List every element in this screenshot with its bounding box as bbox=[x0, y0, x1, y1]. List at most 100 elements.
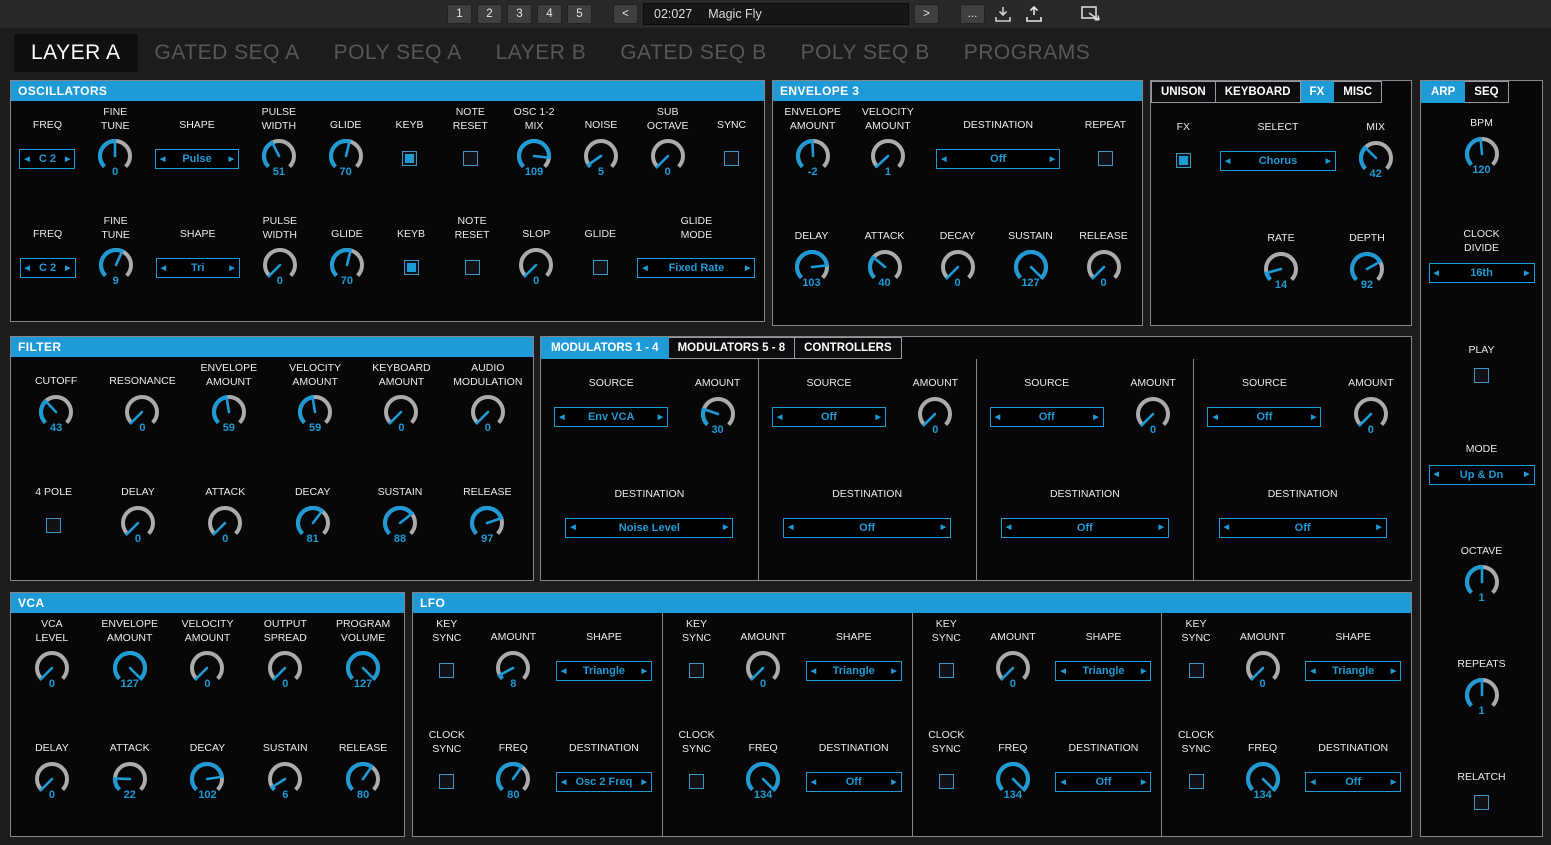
nav-tab-poly-seq-b[interactable]: POLY SEQ B bbox=[784, 34, 947, 72]
filter-delay-knob[interactable] bbox=[116, 503, 160, 537]
lfo4-shape-next-arrow-icon[interactable]: ▶ bbox=[1391, 668, 1396, 675]
lfo4-clock-sync-checkbox[interactable] bbox=[1188, 774, 1204, 790]
nav-tab-layer-b[interactable]: LAYER B bbox=[479, 34, 604, 72]
fx-panel-tab-misc[interactable]: MISC bbox=[1334, 81, 1382, 103]
lfo2-destination-next-arrow-icon[interactable]: ▶ bbox=[891, 779, 896, 786]
osc2-fine-tune-knob[interactable] bbox=[94, 245, 138, 279]
lfo1-shape-select[interactable]: ◀ Triangle ▶ bbox=[555, 661, 652, 681]
vca-envelope-amount-knob[interactable] bbox=[108, 648, 152, 682]
modulators-tab-modulators-5-8[interactable]: MODULATORS 5 - 8 bbox=[668, 337, 796, 359]
vca-sustain-knob[interactable] bbox=[263, 759, 307, 793]
mod2-amount-knob[interactable] bbox=[913, 394, 957, 428]
arp-mode-next-arrow-icon[interactable]: ▶ bbox=[1524, 471, 1529, 478]
osc-1-2-mix-knob[interactable] bbox=[512, 136, 556, 170]
lfo4-key-sync-checkbox[interactable] bbox=[1188, 663, 1204, 679]
lfo1-freq-knob[interactable] bbox=[491, 759, 535, 793]
lfo2-shape-select[interactable]: ◀ Triangle ▶ bbox=[805, 661, 902, 681]
arp-mode-select[interactable]: ◀ Up & Dn ▶ bbox=[1428, 464, 1535, 485]
vca-program-volume-knob[interactable] bbox=[341, 648, 385, 682]
env3-attack-knob[interactable] bbox=[863, 247, 907, 281]
lfo1-destination-select[interactable]: ◀ Osc 2 Freq ▶ bbox=[555, 772, 652, 792]
fx-panel-tab-unison[interactable]: UNISON bbox=[1151, 81, 1216, 103]
fx-enable-checkbox[interactable] bbox=[1175, 153, 1191, 168]
lfo4-destination-select[interactable]: ◀ Off ▶ bbox=[1305, 772, 1402, 792]
lfo4-destination-next-arrow-icon[interactable]: ▶ bbox=[1391, 779, 1396, 786]
arp-octave-knob[interactable] bbox=[1460, 562, 1504, 596]
fx-select-select[interactable]: ◀ Chorus ▶ bbox=[1219, 151, 1336, 171]
fx-mix-knob[interactable] bbox=[1354, 138, 1398, 172]
filter-decay-knob[interactable] bbox=[291, 503, 335, 537]
filter-keyboard-amount-knob[interactable] bbox=[379, 392, 423, 426]
fx-rate-knob[interactable] bbox=[1259, 249, 1303, 283]
lfo2-amount-knob[interactable] bbox=[741, 648, 785, 682]
memory-button-1[interactable]: 1 bbox=[447, 4, 472, 24]
osc2-shape-next-arrow-icon[interactable]: ▶ bbox=[229, 265, 234, 272]
filter-audio-modulation-knob[interactable] bbox=[466, 392, 510, 426]
env3-delay-knob[interactable] bbox=[790, 247, 834, 281]
osc1-freq-next-arrow-icon[interactable]: ▶ bbox=[65, 156, 70, 163]
mod1-source-select[interactable]: ◀ Env VCA ▶ bbox=[554, 407, 669, 427]
nav-tab-gated-seq-a[interactable]: GATED SEQ A bbox=[138, 34, 317, 72]
slop-knob[interactable] bbox=[514, 245, 558, 279]
vca-velocity-amount-knob[interactable] bbox=[185, 648, 229, 682]
mod4-amount-knob[interactable] bbox=[1349, 394, 1393, 428]
arp-panel-tab-seq[interactable]: SEQ bbox=[1465, 81, 1509, 103]
memory-button-5[interactable]: 5 bbox=[567, 4, 592, 24]
vca-output-spread-knob[interactable] bbox=[263, 648, 307, 682]
arp-panel-tab-arp[interactable]: ARP bbox=[1421, 81, 1466, 103]
glide-mode-select[interactable]: ◀ Fixed Rate ▶ bbox=[637, 258, 756, 279]
filter-cutoff-knob[interactable] bbox=[34, 392, 78, 426]
mod1-source-next-arrow-icon[interactable]: ▶ bbox=[658, 414, 663, 421]
mod3-amount-knob[interactable] bbox=[1131, 394, 1175, 428]
env3-release-knob[interactable] bbox=[1082, 247, 1126, 281]
env3-envelope-amount-knob[interactable] bbox=[791, 136, 835, 170]
mod3-destination-next-arrow-icon[interactable]: ▶ bbox=[1158, 524, 1163, 531]
nav-tab-gated-seq-b[interactable]: GATED SEQ B bbox=[603, 34, 783, 72]
fx-panel-tab-fx[interactable]: FX bbox=[1300, 81, 1335, 103]
vca-attack-knob[interactable] bbox=[108, 759, 152, 793]
arp-clock-divide-select[interactable]: ◀ 16th ▶ bbox=[1428, 263, 1535, 284]
lfo2-shape-next-arrow-icon[interactable]: ▶ bbox=[891, 668, 896, 675]
env3-sustain-knob[interactable] bbox=[1009, 247, 1053, 281]
lfo3-clock-sync-checkbox[interactable] bbox=[938, 774, 954, 790]
lfo2-destination-select[interactable]: ◀ Off ▶ bbox=[805, 772, 902, 792]
mod2-destination-select[interactable]: ◀ Off ▶ bbox=[783, 517, 952, 538]
lfo4-shape-select[interactable]: ◀ Triangle ▶ bbox=[1305, 661, 1402, 681]
lfo2-freq-knob[interactable] bbox=[741, 759, 785, 793]
osc2-glide-knob[interactable] bbox=[325, 245, 369, 279]
vca-delay-knob[interactable] bbox=[30, 759, 74, 793]
vca-level-knob[interactable] bbox=[30, 648, 74, 682]
modulators-tab-controllers[interactable]: CONTROLLERS bbox=[795, 337, 902, 359]
prev-program-button[interactable]: < bbox=[613, 4, 638, 24]
mod3-source-next-arrow-icon[interactable]: ▶ bbox=[1093, 414, 1098, 421]
env3-destination-next-arrow-icon[interactable]: ▶ bbox=[1050, 156, 1055, 163]
filter-release-knob[interactable] bbox=[465, 503, 509, 537]
filter-velocity-amount-knob[interactable] bbox=[293, 392, 337, 426]
lfo1-shape-next-arrow-icon[interactable]: ▶ bbox=[642, 668, 647, 675]
arp-clock-divide-next-arrow-icon[interactable]: ▶ bbox=[1524, 270, 1529, 277]
env3-decay-knob[interactable] bbox=[936, 247, 980, 281]
mod3-source-select[interactable]: ◀ Off ▶ bbox=[989, 407, 1104, 427]
mod4-source-select[interactable]: ◀ Off ▶ bbox=[1207, 407, 1322, 427]
mod2-destination-next-arrow-icon[interactable]: ▶ bbox=[941, 524, 946, 531]
mod2-source-next-arrow-icon[interactable]: ▶ bbox=[876, 414, 881, 421]
vca-decay-knob[interactable] bbox=[185, 759, 229, 793]
arp-relatch-checkbox[interactable] bbox=[1474, 794, 1489, 810]
filter-4-pole-checkbox[interactable] bbox=[46, 518, 62, 533]
mod1-amount-knob[interactable] bbox=[696, 394, 740, 428]
receive-from-synth-icon[interactable] bbox=[990, 3, 1016, 25]
lfo3-shape-select[interactable]: ◀ Triangle ▶ bbox=[1055, 661, 1152, 681]
lfo3-shape-next-arrow-icon[interactable]: ▶ bbox=[1141, 668, 1146, 675]
osc2-freq-next-arrow-icon[interactable]: ▶ bbox=[65, 265, 70, 272]
osc2-note-reset-checkbox[interactable] bbox=[464, 260, 480, 276]
lfo4-amount-knob[interactable] bbox=[1241, 648, 1285, 682]
osc1-keyb-checkbox[interactable] bbox=[401, 151, 417, 166]
env3-destination-select[interactable]: ◀ Off ▶ bbox=[936, 149, 1061, 169]
mod1-destination-next-arrow-icon[interactable]: ▶ bbox=[723, 524, 728, 531]
filter-sustain-knob[interactable] bbox=[378, 503, 422, 537]
osc1-glide-knob[interactable] bbox=[324, 136, 368, 170]
arp-repeats-knob[interactable] bbox=[1460, 675, 1504, 709]
memory-button-4[interactable]: 4 bbox=[537, 4, 562, 24]
glide-enable-checkbox[interactable] bbox=[592, 260, 608, 275]
nav-tab-programs[interactable]: PROGRAMS bbox=[947, 34, 1108, 72]
